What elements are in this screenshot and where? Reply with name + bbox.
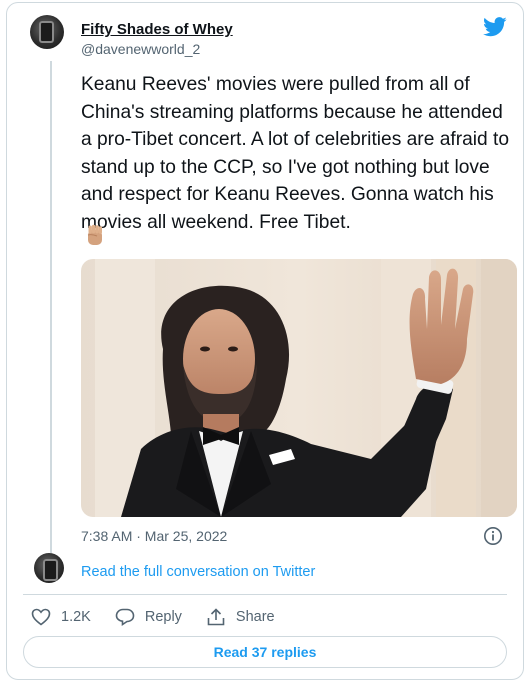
read-replies-button[interactable]: Read 37 replies <box>23 636 507 668</box>
author-handle[interactable]: @davenewworld_2 <box>81 41 200 57</box>
twitter-bird-icon[interactable] <box>483 17 507 37</box>
info-icon[interactable] <box>483 526 503 546</box>
heart-icon <box>31 608 51 626</box>
share-icon <box>207 608 225 626</box>
share-label: Share <box>235 609 275 625</box>
reply-bubble-icon <box>115 608 135 626</box>
author-name[interactable]: Fifty Shades of Whey <box>81 21 233 38</box>
read-full-conversation-link[interactable]: Read the full conversation on Twitter <box>81 564 315 580</box>
like-count: 1.2K <box>61 609 91 625</box>
divider <box>23 594 507 595</box>
tweet-embed-card: Fifty Shades of Whey @davenewworld_2 Kea… <box>6 2 524 680</box>
tweet-timestamp[interactable]: 7:38 AM · Mar 25, 2022 <box>81 528 227 544</box>
reply-button[interactable]: Reply <box>115 608 182 626</box>
like-button[interactable]: 1.2K <box>31 608 91 626</box>
photo-keanu-waving <box>81 259 517 517</box>
author-avatar[interactable] <box>30 15 64 49</box>
tweet-text: Keanu Reeves' movies were pulled from al… <box>81 74 510 233</box>
tweet-photo[interactable] <box>81 259 517 517</box>
share-button[interactable]: Share <box>206 608 275 626</box>
author-avatar-small <box>34 553 64 583</box>
raised-fist-icon <box>87 224 102 245</box>
thread-line <box>50 61 52 553</box>
reply-label: Reply <box>144 609 182 625</box>
tweet-actions: 1.2K Reply Share <box>31 606 299 628</box>
